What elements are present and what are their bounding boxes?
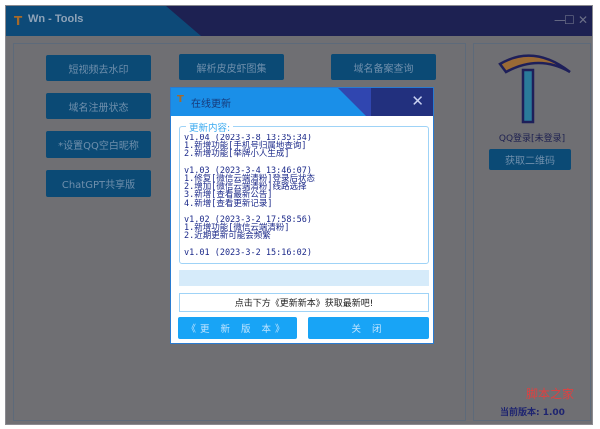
tool-button-domain-icp[interactable]: 域名备案查询 [331,54,436,80]
get-qrcode-button[interactable]: 获取二维码 [489,149,571,170]
qq-login-status: QQ登录[未登录] [498,134,566,144]
maximize-button[interactable]: ☐ [564,13,575,27]
pickaxe-logo-icon: T [14,14,23,28]
window-title: Wn - Tools [28,13,84,25]
group-label: 更新内容: [186,120,234,134]
update-log[interactable]: v1.04 (2023-3-8 13:35:34) 1.新增功能[手机号归属地查… [184,134,424,259]
dialog-close-icon[interactable]: ✕ [411,92,424,110]
tool-button-domain-register[interactable]: 域名注册状态 [46,93,151,119]
pickaxe-icon [498,54,571,124]
close-button[interactable]: ✕ [578,13,588,27]
update-dialog: T 在线更新 ✕ 更新内容: v1.04 (2023-3-8 13:35:34)… [170,87,434,344]
update-progress-bar [179,270,429,286]
update-content-group: 更新内容: v1.04 (2023-3-8 13:35:34) 1.新增功能[手… [179,120,429,264]
update-version-button[interactable]: 《更 新 版 本》 [178,317,297,339]
version-label: 当前版本: 1.00 [500,408,565,418]
dialog-header[interactable]: T 在线更新 ✕ [171,88,433,116]
tool-button-qq-nickname[interactable]: *设置QQ空白昵称 [46,131,151,158]
watermark: 脚本之家 [526,387,575,401]
tool-button-video-watermark[interactable]: 短视频去水印 [46,55,151,81]
pickaxe-logo-icon: T [177,94,184,105]
tool-button-pipixia[interactable]: 解析皮皮虾图集 [179,54,284,80]
tool-button-chatgpt[interactable]: ChatGPT共享版 [46,170,151,197]
dialog-title: 在线更新 [191,99,231,110]
title-bar[interactable]: T Wn - Tools — ☐ ✕ [6,6,592,36]
update-message: 点击下方《更新新本》获取最新吧! [179,293,429,312]
dialog-close-button[interactable]: 关 闭 [308,317,429,339]
